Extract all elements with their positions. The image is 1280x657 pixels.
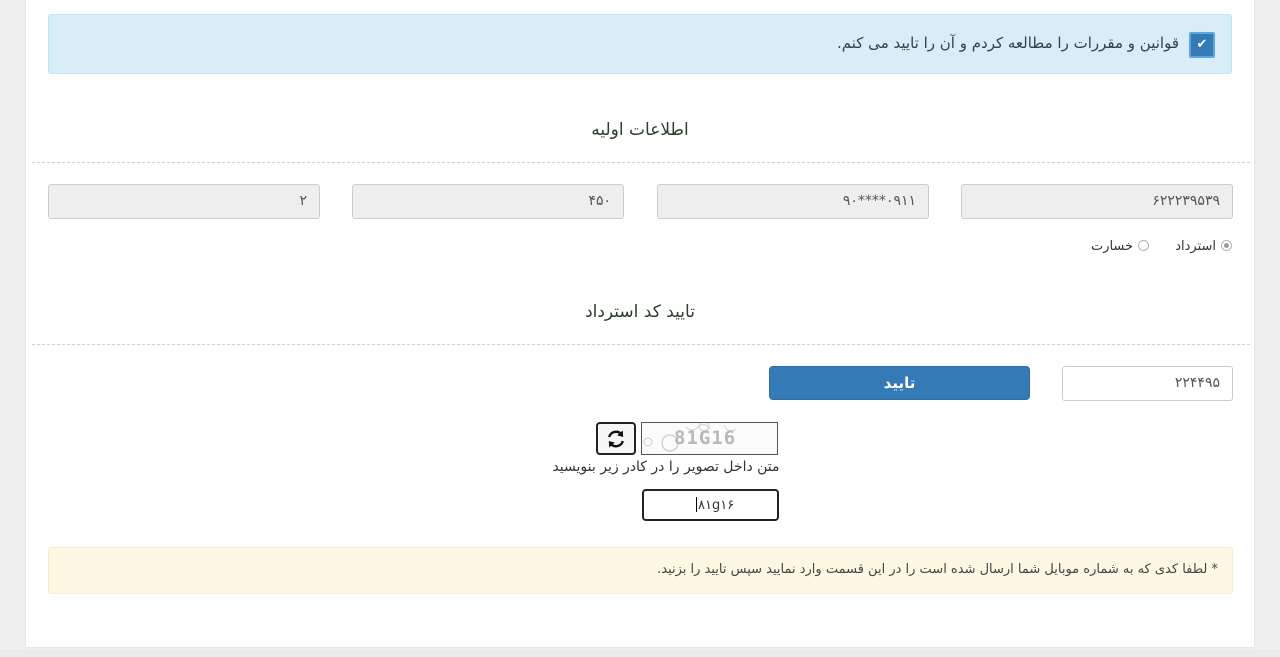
basic-info-divider	[32, 162, 1250, 163]
page-bottom-strip	[0, 650, 1280, 657]
text-caret	[696, 497, 697, 512]
request-type-radio-group: استرداد خسارت	[1069, 239, 1232, 254]
terms-checkbox[interactable]: ✔	[1189, 32, 1215, 58]
instruction-notice: * لطفا کدی که به شماره موبایل شما ارسال …	[48, 547, 1233, 594]
radio-refund-label: استرداد	[1175, 239, 1216, 254]
captcha-instruction: متن داخل تصویر را در کادر زیر بنویسید	[552, 459, 780, 475]
card-number-field: ۶۲۲۲۳۹۵۳۹	[961, 184, 1233, 219]
captcha-refresh-button[interactable]	[596, 422, 636, 455]
refund-code-input[interactable]: ۲۲۴۴۹۵	[1062, 366, 1233, 401]
terms-label: قوانین و مقررات را مطالعه کردم و آن را ت…	[837, 34, 1179, 52]
basic-info-title: اطلاعات اولیه	[591, 120, 689, 140]
count-field: ۲	[48, 184, 320, 219]
radio-damage-label: خسارت	[1090, 239, 1134, 254]
verify-divider	[32, 344, 1250, 345]
checkmark-icon: ✔	[1196, 37, 1208, 52]
radio-damage[interactable]: خسارت	[1090, 239, 1150, 254]
captcha-input[interactable]: ۸۱g۱۶	[642, 489, 779, 521]
terms-alert: ✔ قوانین و مقررات را مطالعه کردم و آن را…	[48, 14, 1232, 74]
radio-damage-circle[interactable]	[1138, 240, 1150, 251]
confirm-button[interactable]: تایید	[769, 366, 1030, 400]
amount-field: ۴۵۰	[352, 184, 624, 219]
verify-title: تایید کد استرداد	[585, 302, 695, 322]
captcha-text: 81G16	[674, 427, 737, 449]
radio-refund[interactable]: استرداد	[1175, 239, 1232, 254]
captcha-image: 81G16	[641, 422, 778, 455]
notice-text: * لطفا کدی که به شماره موبایل شما ارسال …	[657, 562, 1218, 577]
refresh-icon	[608, 430, 624, 448]
captcha-input-value: ۸۱g۱۶	[698, 498, 735, 513]
mobile-number-field: ۰۹۱۱****۹۰	[657, 184, 929, 219]
radio-refund-circle[interactable]	[1221, 240, 1232, 251]
